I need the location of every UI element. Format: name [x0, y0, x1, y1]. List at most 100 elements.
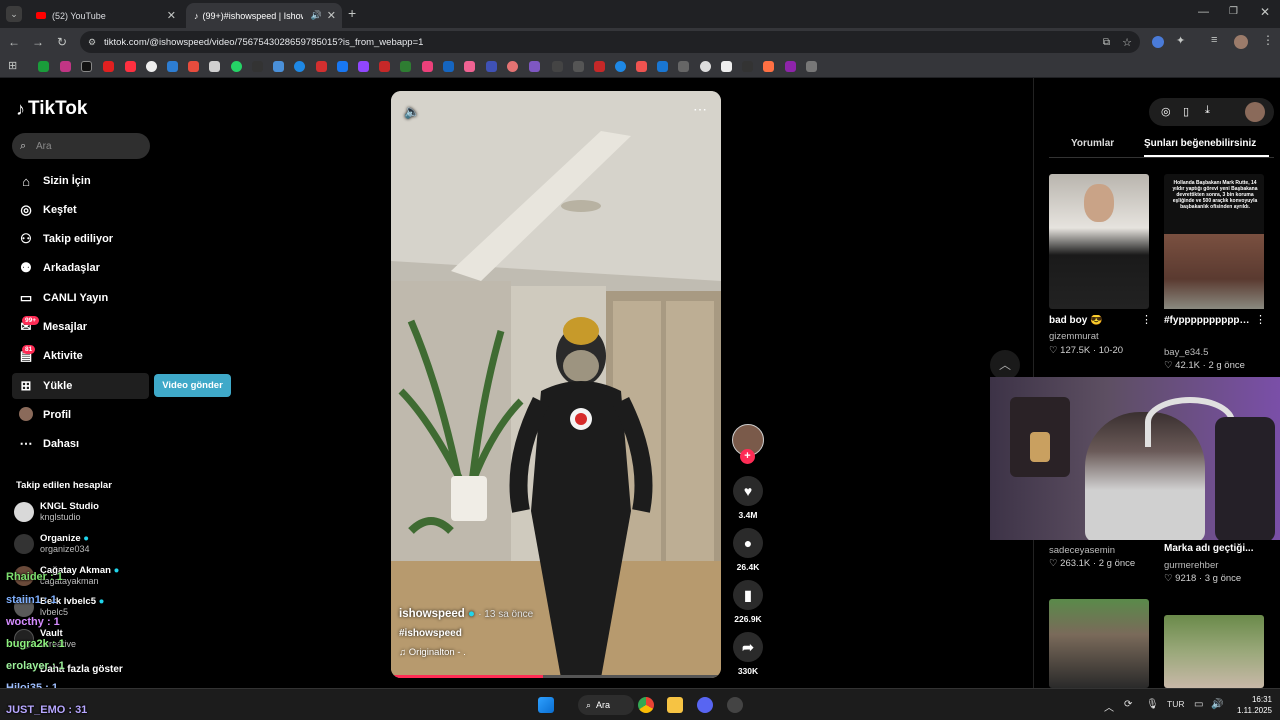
- bookmark-icon[interactable]: [422, 61, 433, 72]
- bookmark-icon[interactable]: [273, 61, 284, 72]
- bookmark-icon[interactable]: [700, 61, 711, 72]
- tab-youtube[interactable]: (52) YouTube ✕: [28, 3, 182, 28]
- minimize-button[interactable]: —: [1198, 6, 1209, 18]
- nav-more[interactable]: ⋯ Dahası: [12, 431, 149, 457]
- bookmark-icon[interactable]: [507, 61, 518, 72]
- install-icon[interactable]: ⧉: [1103, 37, 1110, 48]
- nav-friends[interactable]: ⚉ Arkadaşlar: [12, 255, 149, 281]
- download-icon[interactable]: ⤓: [1205, 104, 1210, 117]
- taskbar-search[interactable]: ⌕ Ara: [578, 695, 634, 715]
- video-progress[interactable]: [391, 675, 721, 678]
- bookmark-icon[interactable]: [125, 61, 136, 72]
- card-title[interactable]: Marka adı geçtiği...: [1164, 543, 1264, 554]
- phone-icon[interactable]: ▯: [1183, 105, 1189, 118]
- volume-icon[interactable]: 🔊: [1211, 699, 1223, 710]
- bookmark-icon[interactable]: [806, 61, 817, 72]
- address-bar[interactable]: ⚙ tiktok.com/@ishowspeed/video/756754302…: [80, 31, 1140, 53]
- bookmark-icon[interactable]: [552, 61, 563, 72]
- discord-icon[interactable]: [697, 697, 713, 713]
- nav-messages[interactable]: ✉ 99+ Mesajlar: [12, 314, 149, 340]
- file-explorer-icon[interactable]: [667, 697, 683, 713]
- bookmark-star-icon[interactable]: ☆: [1122, 36, 1132, 49]
- bookmark-icon[interactable]: [529, 61, 540, 72]
- card-user[interactable]: gizemmurat: [1049, 331, 1099, 342]
- bookmark-icon[interactable]: [785, 61, 796, 72]
- video-sound[interactable]: Originalton - .: [409, 647, 466, 658]
- apps-icon[interactable]: ⊞: [8, 59, 17, 72]
- restore-button[interactable]: ❐: [1229, 6, 1238, 17]
- bookmark-icon[interactable]: [81, 61, 92, 72]
- media-icon[interactable]: ≡: [1211, 34, 1217, 46]
- chevron-up-icon[interactable]: ︿: [1104, 699, 1114, 714]
- tab-comments[interactable]: Yorumlar: [1071, 138, 1114, 149]
- bookmark-icon[interactable]: [486, 61, 497, 72]
- network-icon[interactable]: ⟳: [1124, 699, 1132, 710]
- bookmark-icon[interactable]: [379, 61, 390, 72]
- nav-live[interactable]: ▭ CANLI Yayın: [12, 285, 149, 311]
- bookmark-icon[interactable]: [742, 61, 753, 72]
- save-action[interactable]: ▮ 226.9K: [731, 580, 765, 624]
- bookmark-icon[interactable]: [358, 61, 369, 72]
- menu-icon[interactable]: ⋮: [1262, 33, 1274, 47]
- video-thumbnail[interactable]: [1049, 599, 1149, 688]
- tab-search-button[interactable]: ⌄: [6, 6, 22, 22]
- new-tab-button[interactable]: +: [348, 5, 356, 21]
- nav-for-you[interactable]: ⌂ Sizin İçin: [12, 168, 149, 194]
- video-thumbnail[interactable]: [1164, 615, 1264, 688]
- following-account[interactable]: Organize ● organize034: [14, 533, 90, 555]
- reload-icon[interactable]: ↻: [50, 35, 74, 49]
- more-options-icon[interactable]: ⋯: [693, 101, 707, 118]
- bookmark-icon[interactable]: [60, 61, 71, 72]
- card-title[interactable]: bad boy 😎: [1049, 315, 1149, 326]
- bookmark-icon[interactable]: [464, 61, 475, 72]
- back-icon[interactable]: ←: [2, 35, 26, 49]
- video-thumbnail[interactable]: Hollanda Başbakanı Mark Rutte, 14 yıldır…: [1164, 174, 1264, 309]
- nav-following[interactable]: ⚇ Takip ediliyor: [12, 226, 149, 252]
- bookmark-icon[interactable]: [721, 61, 732, 72]
- bookmark-icon[interactable]: [594, 61, 605, 72]
- puzzle-icon[interactable]: ✦: [1176, 34, 1185, 47]
- tiktok-logo[interactable]: ♪ TikTok: [16, 98, 87, 120]
- forward-icon[interactable]: →: [26, 35, 50, 49]
- bookmark-icon[interactable]: [252, 61, 263, 72]
- microphone-icon[interactable]: 🎙: [1146, 699, 1159, 710]
- bookmark-icon[interactable]: [443, 61, 454, 72]
- windows-start-icon[interactable]: [538, 697, 554, 713]
- app-icon[interactable]: [727, 697, 743, 713]
- bookmark-icon[interactable]: [103, 61, 114, 72]
- volume-icon[interactable]: 🔈: [404, 104, 420, 120]
- nav-explore[interactable]: ◎ Keşfet: [12, 197, 149, 223]
- profile-avatar[interactable]: [1234, 35, 1248, 49]
- bookmark-icon[interactable]: [146, 61, 157, 72]
- card-user[interactable]: bay_e34.5: [1164, 347, 1208, 358]
- follow-plus-button[interactable]: +: [740, 449, 755, 464]
- like-action[interactable]: ♥ 3.4M: [731, 476, 765, 520]
- clock[interactable]: 16:31 1.11.2025: [1228, 694, 1272, 716]
- close-window-button[interactable]: ✕: [1260, 5, 1270, 19]
- bookmark-icon[interactable]: [337, 61, 348, 72]
- bookmark-icon[interactable]: [678, 61, 689, 72]
- bookmark-icon[interactable]: [615, 61, 626, 72]
- bookmark-icon[interactable]: [231, 61, 242, 72]
- bookmark-icon[interactable]: [209, 61, 220, 72]
- nav-activity[interactable]: ▤ 81 Aktivite: [12, 343, 149, 369]
- more-options-icon[interactable]: ⋮: [1255, 313, 1266, 326]
- bookmark-icon[interactable]: [167, 61, 178, 72]
- bookmark-icon[interactable]: [400, 61, 411, 72]
- chrome-icon[interactable]: [638, 697, 654, 713]
- bookmark-icon[interactable]: [573, 61, 584, 72]
- scroll-up-button[interactable]: ︿: [990, 350, 1020, 380]
- video-author[interactable]: ishowspeed: [399, 608, 465, 620]
- bookmark-icon[interactable]: [188, 61, 199, 72]
- close-tab-icon[interactable]: ✕: [167, 9, 176, 22]
- compass-icon[interactable]: ◎: [1161, 105, 1171, 118]
- tab-you-may-like[interactable]: Şunları beğenebilirsiniz: [1144, 138, 1256, 149]
- bookmark-icon[interactable]: [636, 61, 647, 72]
- tab-tiktok[interactable]: ♪ (99+)#ishowspeed | Ishows 🔊 ✕: [186, 3, 342, 28]
- video-send-button[interactable]: Video gönder: [154, 374, 231, 397]
- language-indicator[interactable]: TUR: [1167, 699, 1184, 709]
- extension-icon[interactable]: [1152, 36, 1164, 48]
- video-thumbnail[interactable]: [1049, 174, 1149, 309]
- share-action[interactable]: ➦ 330K: [731, 632, 765, 676]
- card-user[interactable]: sadeceyasemin: [1049, 545, 1115, 556]
